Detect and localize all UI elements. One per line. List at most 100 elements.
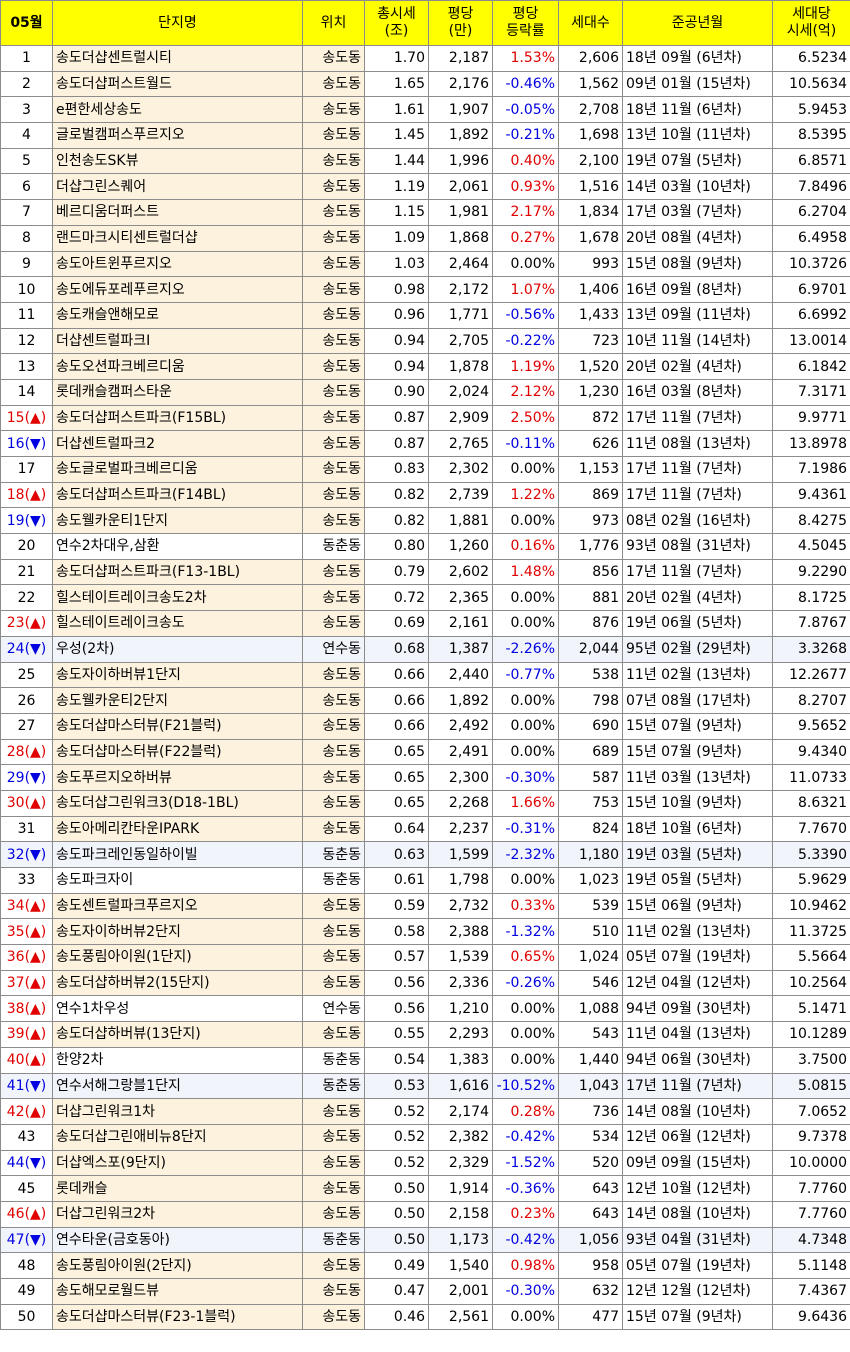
rank-up-icon: (▲): [24, 1026, 47, 1043]
table-row: 34(▲) 송도센트럴파크푸르지오 송도동 0.59 2,732 0.33% 539 15년 …: [0, 892, 850, 920]
table-row: 27 송도더샵마스터뷰(F21블럭) 송도동 0.66 2,492 0.00% 690 15년…: [0, 712, 850, 740]
rank-up-icon: (▲): [24, 615, 47, 632]
per-pyeong-cell: 2,909: [428, 404, 493, 432]
completion-cell: 20년 08월 (4년차): [622, 224, 773, 252]
rank-up-icon: (▲): [24, 743, 47, 760]
per-pyeong-cell: 2,492: [428, 712, 493, 740]
change-cell: 0.16%: [492, 533, 559, 560]
rank-number: 46: [6, 1206, 25, 1223]
households-cell: 1,433: [558, 301, 623, 329]
completion-cell: 20년 02월 (4년차): [622, 584, 773, 612]
table-row: 47(▼) 연수타운(금호동아) 동춘동 0.50 1,173 -0.42% 1,056 93…: [0, 1226, 850, 1254]
change-cell: 2.17%: [492, 199, 559, 226]
change-cell: 0.33%: [492, 892, 559, 920]
total-cell: 0.46: [364, 1303, 429, 1331]
rank-number: 48: [17, 1257, 36, 1274]
table-row: 4 글로벌캠퍼스푸르지오 송도동 1.45 1,892 -0.21% 1,698 13년 10…: [0, 122, 850, 149]
table-row: 39(▲) 송도더샵하버뷰(13단지) 송도동 0.55 2,293 0.00% 543 11…: [0, 1021, 850, 1048]
per-household-cell: 6.2704: [772, 199, 850, 226]
completion-cell: 09년 01월 (15년차): [622, 70, 773, 98]
households-cell: 872: [558, 404, 623, 432]
rank-number: 33: [17, 872, 36, 889]
change-cell: 1.07%: [492, 276, 559, 303]
name-cell: 연수1차우성: [52, 995, 303, 1023]
name-cell: 송도더샵하버뷰2(15단지): [52, 969, 303, 997]
change-cell: -2.32%: [492, 841, 559, 868]
households-cell: 993: [558, 250, 623, 278]
rank-cell: 50: [0, 1303, 53, 1331]
households-cell: 632: [558, 1278, 623, 1305]
completion-cell: 13년 10월 (11년차): [622, 122, 773, 149]
table-row: 5 인천송도SK뷰 송도동 1.44 1,996 0.40% 2,100 19년 07월 (5…: [0, 147, 850, 175]
location-cell: 동춘동: [302, 867, 365, 894]
per-pyeong-cell: 2,237: [428, 815, 493, 843]
location-cell: 송도동: [302, 378, 365, 406]
change-cell: -0.36%: [492, 1175, 559, 1202]
location-cell: 송도동: [302, 70, 365, 98]
per-pyeong-cell: 2,602: [428, 558, 493, 586]
table-row: 8 랜드마크시티센트럴더샵 송도동 1.09 1,868 0.27% 1,678 20년 08…: [0, 224, 850, 252]
rank-cell: 27: [0, 712, 53, 740]
households-header: 세대수: [558, 0, 623, 46]
per-household-cell: 7.0652: [772, 1098, 850, 1125]
rank-number: 29: [6, 769, 25, 786]
change-cell: 2.12%: [492, 378, 559, 406]
change-cell: -1.52%: [492, 1149, 559, 1177]
rank-cell: 6: [0, 173, 53, 201]
completion-cell: 19년 05월 (5년차): [622, 867, 773, 894]
completion-cell: 11년 02월 (13년차): [622, 661, 773, 689]
per-household-cell: 9.2290: [772, 558, 850, 586]
households-cell: 538: [558, 661, 623, 689]
completion-cell: 12년 06월 (12년차): [622, 1123, 773, 1151]
table-row: 7 베르디움더퍼스트 송도동 1.15 1,981 2.17% 1,834 17년 03월 (…: [0, 199, 850, 226]
per-pyeong-cell: 2,765: [428, 430, 493, 457]
month-header: 05월: [0, 0, 53, 46]
per-household-cell: 10.3726: [772, 250, 850, 278]
location-cell: 송도동: [302, 1098, 365, 1125]
table-row: 20 연수2차대우,삼환 동춘동 0.80 1,260 0.16% 1,776 93년 08월…: [0, 533, 850, 560]
change-cell: 0.00%: [492, 250, 559, 278]
per-household-cell: 7.3171: [772, 378, 850, 406]
name-cell: 송도캐슬앤해모로: [52, 301, 303, 329]
per-household-cell: 3.7500: [772, 1046, 850, 1074]
per-household-cell: 9.4361: [772, 481, 850, 509]
per-pyeong-cell: 2,382: [428, 1123, 493, 1151]
rank-down-icon: (▼): [24, 435, 47, 452]
table-row: 15(▲) 송도더샵퍼스트파크(F15BL) 송도동 0.87 2,909 2.50% 87…: [0, 404, 850, 432]
rank-number: 17: [17, 461, 36, 478]
per-pyeong-cell: 2,440: [428, 661, 493, 689]
per-household-cell: 10.0000: [772, 1149, 850, 1177]
change-cell: 0.00%: [492, 456, 559, 483]
change-cell: 0.00%: [492, 507, 559, 535]
rank-number: 39: [6, 1026, 25, 1043]
per-household-cell: 8.6321: [772, 789, 850, 817]
rank-down-icon: (▼): [24, 512, 47, 529]
rank-down-icon: (▼): [24, 1154, 47, 1171]
rank-down-icon: (▼): [24, 1231, 47, 1248]
per-pyeong-cell: 1,914: [428, 1175, 493, 1202]
total-cell: 0.56: [364, 995, 429, 1023]
location-cell: 송도동: [302, 969, 365, 997]
change-cell: -0.77%: [492, 661, 559, 689]
rank-number: 40: [6, 1052, 25, 1069]
rank-up-icon: (▲): [24, 923, 47, 940]
households-cell: 723: [558, 327, 623, 355]
table-row: 45 롯데캐슬 송도동 0.50 1,914 -0.36% 643 12년 10월 (12년차…: [0, 1175, 850, 1202]
rank-number: 21: [17, 564, 36, 581]
completion-cell: 14년 08월 (10년차): [622, 1098, 773, 1125]
rank-cell: 30(▲): [0, 789, 53, 817]
rank-cell: 17: [0, 456, 53, 483]
completion-cell: 13년 09월 (11년차): [622, 301, 773, 329]
location-cell: 송도동: [302, 301, 365, 329]
location-cell: 송도동: [302, 250, 365, 278]
location-cell: 송도동: [302, 224, 365, 252]
total-cell: 1.19: [364, 173, 429, 201]
table-row: 9 송도아트윈푸르지오 송도동 1.03 2,464 0.00% 993 15년 08월 (9…: [0, 250, 850, 278]
change-cell: -0.42%: [492, 1226, 559, 1254]
change-cell: 0.23%: [492, 1200, 559, 1228]
per-pyeong-cell: 2,561: [428, 1303, 493, 1331]
name-cell: 송도웰카운티2단지: [52, 687, 303, 714]
rank-cell: 31: [0, 815, 53, 843]
total-cell: 0.66: [364, 661, 429, 689]
per-household-cell: 11.3725: [772, 918, 850, 946]
